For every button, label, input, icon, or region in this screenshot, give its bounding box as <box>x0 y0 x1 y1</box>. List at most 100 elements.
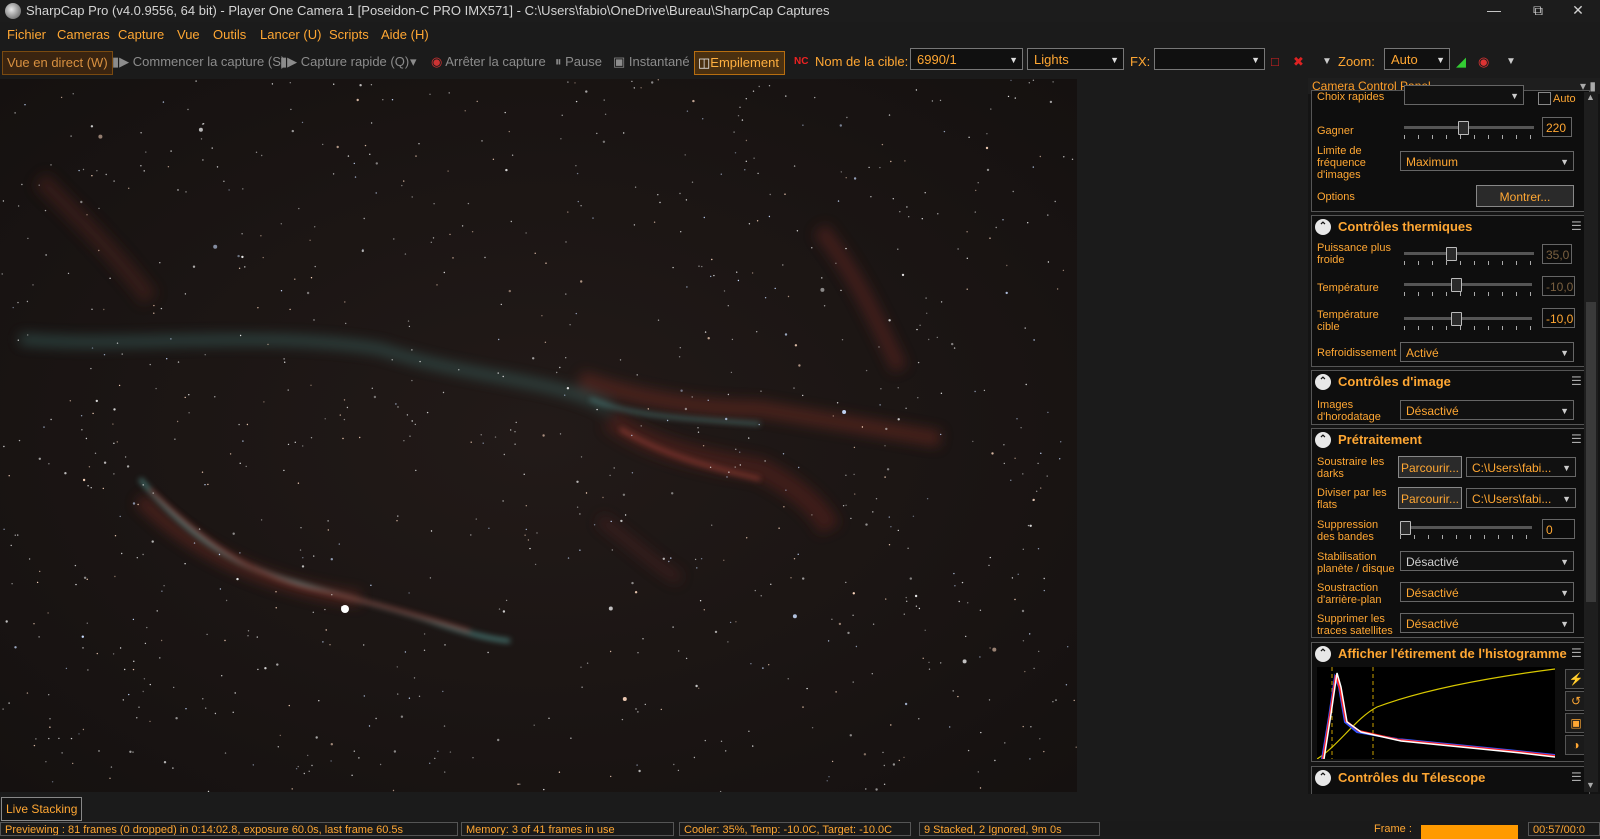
background-subtraction-dropdown[interactable]: Désactivé ▼ <box>1400 582 1574 602</box>
menu-icon[interactable]: ☰ <box>1571 433 1585 445</box>
histogram-plot[interactable] <box>1316 667 1556 760</box>
darks-browse-button[interactable]: Parcourir... <box>1398 456 1462 478</box>
chevron-down-icon: ▼ <box>1251 55 1260 65</box>
thermal-section-header[interactable]: ⌃ Contrôles thermiques ☰ <box>1312 216 1589 238</box>
quick-capture-button[interactable]: ▮▶ Capture rapide (Q) <box>280 51 409 73</box>
banding-value[interactable]: 0 <box>1542 519 1575 539</box>
menu-icon[interactable]: ☰ <box>1571 771 1585 783</box>
frame-type-combo[interactable]: Lights ▼ <box>1027 48 1124 70</box>
live-stacking-tab[interactable]: Live Stacking <box>1 797 83 821</box>
title-bar: SharpCap Pro (v4.0.9556, 64 bit) - Playe… <box>0 0 1600 22</box>
menu-cameras[interactable]: Cameras <box>57 27 110 42</box>
gain-slider[interactable] <box>1404 119 1534 139</box>
focus-icon[interactable]: ◉ <box>1478 51 1489 73</box>
snapshot-button[interactable]: ▣ Instantané <box>613 51 690 73</box>
banding-slider[interactable] <box>1400 519 1532 539</box>
menu-icon[interactable]: ☰ <box>1571 220 1585 232</box>
target-temperature-slider[interactable] <box>1404 310 1532 330</box>
menu-outils[interactable]: Outils <box>213 27 246 42</box>
cooling-label: Refroidissement <box>1317 347 1397 359</box>
telescope-section: ⌃ Contrôles du Télescope ☰ <box>1311 766 1590 794</box>
temperature-slider <box>1404 276 1532 296</box>
timestamp-dropdown[interactable]: Désactivé ▼ <box>1400 400 1574 420</box>
chevron-down-icon[interactable]: ▼ <box>1322 51 1332 73</box>
start-capture-label: Commencer la capture (S) <box>132 54 286 69</box>
no-cooling-icon[interactable]: NC <box>794 51 808 73</box>
minimize-icon[interactable]: — <box>1472 0 1516 22</box>
stacking-button[interactable]: ◫Empilement <box>694 51 785 75</box>
scroll-down-icon[interactable]: ▼ <box>1586 780 1595 790</box>
thermal-section: ⌃ Contrôles thermiques ☰ Puissance plus … <box>1311 215 1590 367</box>
menu-capture[interactable]: Capture <box>118 27 164 42</box>
panel-scrollbar[interactable]: ▲ ▼ <box>1584 92 1598 792</box>
live-image-canvas[interactable] <box>0 79 1077 792</box>
restore-icon[interactable]: ⧉ <box>1516 0 1560 22</box>
pause-icon: ⏸ <box>555 54 562 69</box>
start-capture-button[interactable]: ▮▶ Commencer la capture (S) <box>112 51 285 73</box>
status-memory: Memory: 3 of 41 frames in use <box>461 822 674 836</box>
chevron-up-icon[interactable]: ⌃ <box>1315 374 1331 390</box>
telescope-section-header[interactable]: ⌃ Contrôles du Télescope ☰ <box>1312 767 1589 789</box>
live-view-button[interactable]: Vue en direct (W) <box>2 51 113 75</box>
target-temperature-value[interactable]: -10,0 <box>1542 308 1575 328</box>
flats-path-dropdown[interactable]: C:\Users\fabi... ▼ <box>1466 488 1576 508</box>
image-controls-title: Contrôles d'image <box>1338 374 1451 389</box>
scrollbar-thumb[interactable] <box>1586 302 1596 602</box>
histogram-section-header[interactable]: ⌃ Afficher l'étirement de l'histogramme … <box>1312 643 1589 665</box>
gain-value[interactable]: 220 <box>1542 117 1572 137</box>
menu-scripts[interactable]: Scripts <box>329 27 369 42</box>
camera-icon: ▮▶ <box>280 54 298 69</box>
crop-icon[interactable]: □ <box>1271 51 1279 73</box>
satellite-removal-label: Supprimer les traces satellites <box>1317 613 1393 637</box>
auto-checkbox[interactable] <box>1538 92 1551 105</box>
preprocessing-title: Prétraitement <box>1338 432 1422 447</box>
fps-limit-value: Maximum <box>1406 155 1459 169</box>
target-name-combo[interactable]: 6990/1 ▼ <box>910 48 1023 70</box>
stabilization-value: Désactivé <box>1406 555 1459 569</box>
darks-path-dropdown[interactable]: C:\Users\fabi... ▼ <box>1466 457 1576 477</box>
fps-limit-dropdown[interactable]: Maximum ▼ <box>1400 151 1574 171</box>
reticle-icon[interactable]: ✖ <box>1293 51 1304 73</box>
quick-capture-label: Capture rapide (Q) <box>300 54 410 69</box>
options-show-button[interactable]: Montrer... <box>1476 185 1574 207</box>
quick-choice-dropdown[interactable]: ▼ <box>1404 85 1524 105</box>
stop-capture-label: Arrêter la capture <box>445 54 546 69</box>
window-title: SharpCap Pro (v4.0.9556, 64 bit) - Playe… <box>26 3 830 18</box>
menu-fichier[interactable]: Fichier <box>7 27 46 42</box>
chevron-down-icon[interactable]: ▼ <box>1506 51 1516 73</box>
image-section-header[interactable]: ⌃ Contrôles d'image ☰ <box>1312 371 1589 393</box>
menu-icon[interactable]: ☰ <box>1571 647 1585 659</box>
pause-button[interactable]: ⏸ Pause <box>555 51 602 73</box>
close-icon[interactable]: ✕ <box>1556 0 1600 22</box>
thermal-title: Contrôles thermiques <box>1338 219 1473 234</box>
telescope-title: Contrôles du Télescope <box>1338 770 1486 785</box>
chevron-down-icon: ▼ <box>1436 55 1445 65</box>
stabilization-dropdown[interactable]: Désactivé ▼ <box>1400 551 1574 571</box>
chevron-down-icon: ▼ <box>1562 494 1571 504</box>
chevron-down-icon: ▼ <box>1562 463 1571 473</box>
chevron-up-icon[interactable]: ⌃ <box>1315 646 1331 662</box>
chevron-up-icon[interactable]: ⌃ <box>1315 219 1331 235</box>
banding-label: Suppression des bandes <box>1317 519 1379 543</box>
cooling-dropdown[interactable]: Activé ▼ <box>1400 342 1574 362</box>
histogram-icon[interactable]: ◢ <box>1456 51 1466 73</box>
chevron-down-icon[interactable]: ▾ <box>410 51 417 73</box>
fx-combo[interactable]: ▼ <box>1154 48 1265 70</box>
menu-vue[interactable]: Vue <box>177 27 200 42</box>
camera-controls-section: Choix rapides ▼ Auto Gagner 220 Limite d… <box>1311 85 1590 212</box>
menu-icon[interactable]: ☰ <box>1571 375 1585 387</box>
temperature-label: Température <box>1317 282 1379 294</box>
menu-lancer[interactable]: Lancer (U) <box>260 27 321 42</box>
chevron-up-icon[interactable]: ⌃ <box>1315 432 1331 448</box>
scroll-up-icon[interactable]: ▲ <box>1586 92 1595 102</box>
satellite-removal-dropdown[interactable]: Désactivé ▼ <box>1400 613 1574 633</box>
stop-capture-button[interactable]: ◉ Arrêter la capture <box>431 51 546 73</box>
zoom-combo[interactable]: Auto ▼ <box>1384 48 1450 70</box>
cooler-power-value: 35,0 <box>1542 244 1572 264</box>
chevron-up-icon[interactable]: ⌃ <box>1315 770 1331 786</box>
preprocessing-section-header[interactable]: ⌃ Prétraitement ☰ <box>1312 429 1589 451</box>
flats-browse-button[interactable]: Parcourir... <box>1398 487 1462 509</box>
frame-progress-bar <box>1421 825 1518 839</box>
menu-aide[interactable]: Aide (H) <box>381 27 429 42</box>
darks-label: Soustraire les darks <box>1317 456 1385 480</box>
